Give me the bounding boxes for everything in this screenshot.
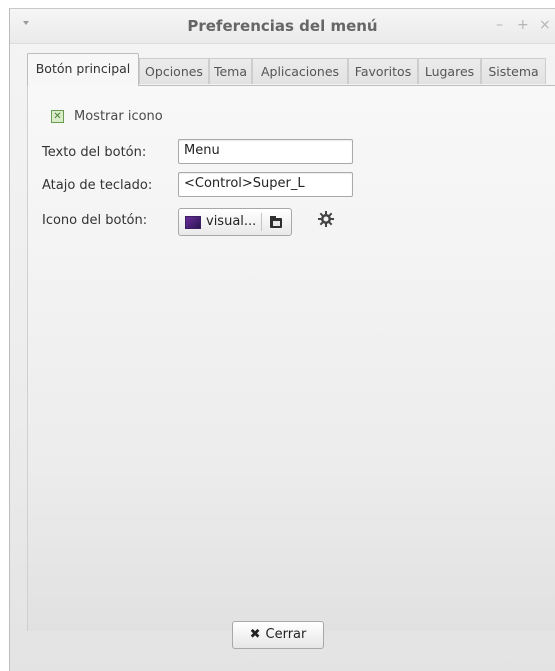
shortcut-label: Atajo de teclado: — [42, 178, 153, 193]
maximize-button[interactable]: + — [517, 17, 529, 33]
tab-favoritos[interactable]: Favoritos — [348, 58, 418, 84]
show-icon-label: Mostrar icono — [74, 109, 163, 124]
tab-lugares[interactable]: Lugares — [418, 58, 481, 84]
minimize-button[interactable]: – — [496, 17, 503, 33]
tab-content-boton-principal: ✕ Mostrar icono Texto del botón: Menu At… — [27, 85, 555, 631]
chooser-separator — [261, 213, 262, 231]
tab-aplicaciones[interactable]: Aplicaciones — [252, 58, 348, 84]
tab-boton-principal[interactable]: Botón principal — [27, 53, 139, 86]
close-button[interactable]: ✖ Cerrar — [232, 621, 324, 649]
gear-icon[interactable] — [317, 210, 335, 232]
tab-bar: Botón principal Opciones Tema Aplicacion… — [27, 53, 555, 86]
preferences-window: Preferencias del menú – + × Botón princi… — [9, 8, 555, 671]
button-icon-label: Icono del botón: — [42, 213, 148, 228]
window-title: Preferencias del menú — [187, 17, 378, 35]
button-text-field[interactable]: Menu — [178, 139, 353, 164]
folder-icon — [268, 214, 284, 234]
shortcut-field[interactable]: <Control>Super_L — [178, 172, 353, 197]
button-icon-filename: visual... — [206, 214, 257, 229]
close-window-button[interactable]: × — [539, 17, 551, 33]
tab-tema[interactable]: Tema — [209, 58, 252, 84]
close-icon: ✖ — [249, 627, 261, 642]
button-icon-chooser[interactable]: visual... — [178, 208, 292, 236]
close-button-label: Cerrar — [265, 627, 307, 642]
image-icon — [185, 216, 201, 229]
button-text-label: Texto del botón: — [42, 145, 147, 160]
title-bar: Preferencias del menú – + × — [10, 9, 555, 44]
tab-sistema[interactable]: Sistema — [481, 58, 546, 84]
show-icon-checkbox[interactable]: ✕ — [51, 110, 64, 123]
tab-opciones[interactable]: Opciones — [139, 58, 209, 84]
